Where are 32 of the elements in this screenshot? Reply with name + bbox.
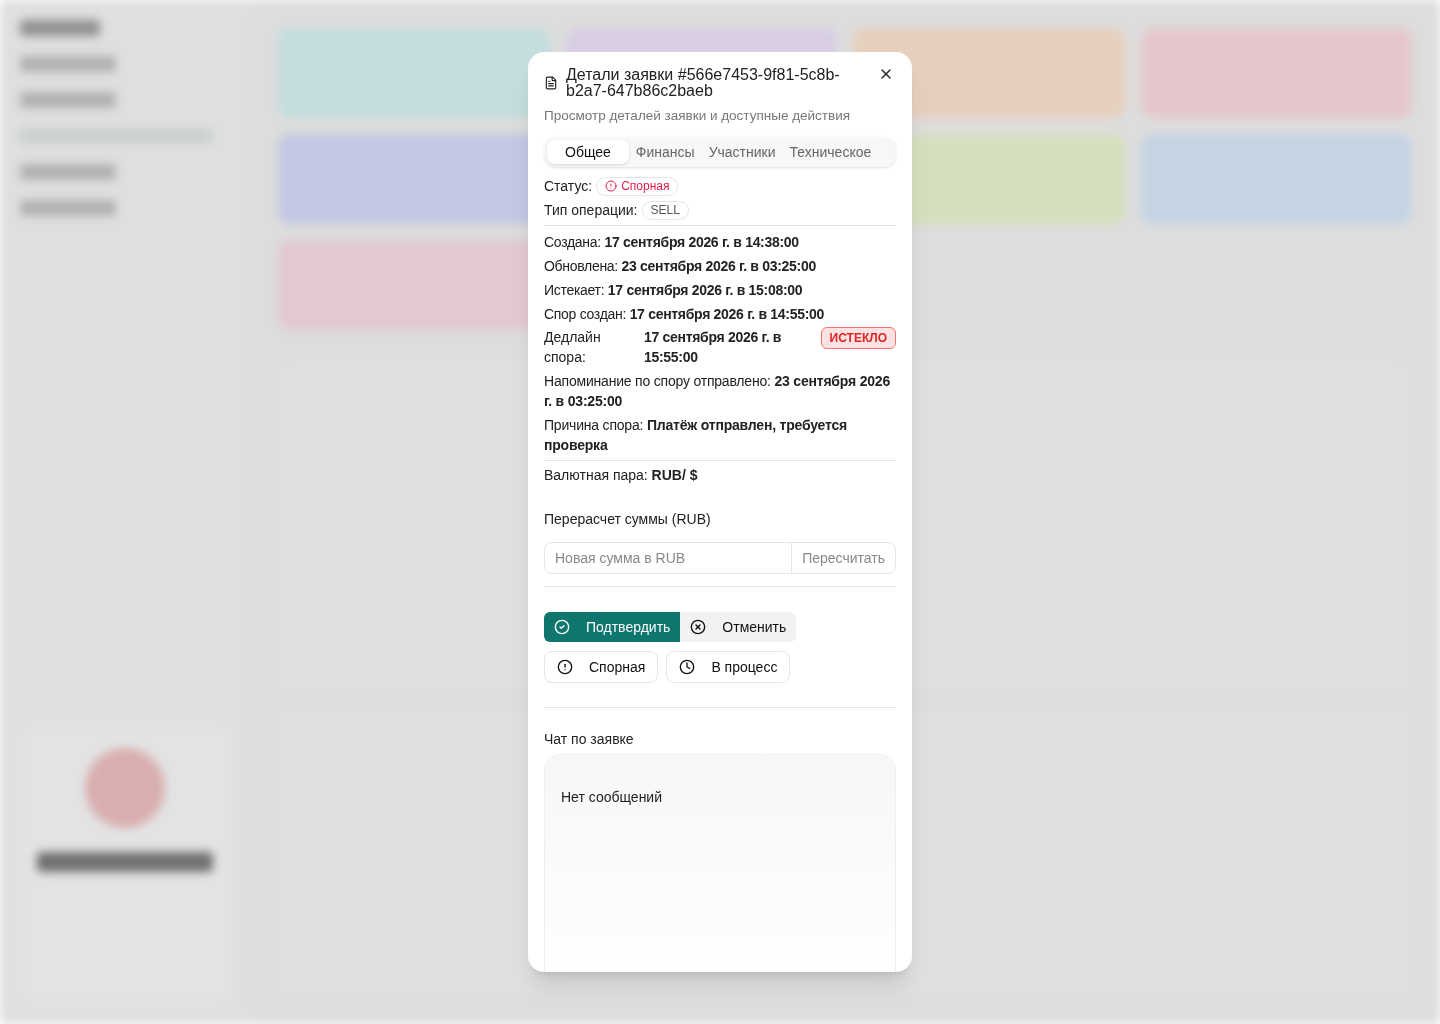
check-circle-icon: [554, 619, 570, 636]
x-circle-icon: [690, 619, 707, 636]
alert-circle-icon: [557, 659, 573, 676]
detail-text: Обновлена: 23 сентября 2026 г. в 03:25:00: [544, 257, 817, 277]
detail-text: Создана: 17 сентября 2026 г. в 14:38:00: [544, 233, 800, 253]
document-icon: [544, 76, 558, 90]
recalculate-button[interactable]: Пересчитать: [791, 543, 895, 574]
field-label: Тип операции:: [544, 200, 638, 220]
empty-chat-message: Нет сообщений: [561, 788, 663, 808]
field-value: 17 сентября 2026 г. в 15:55:00: [644, 328, 783, 368]
tab[interactable]: Техническое: [782, 140, 879, 165]
tab[interactable]: Участники: [701, 140, 783, 165]
amount-field[interactable]: Новая сумма в RUB Пересчитать: [544, 542, 896, 575]
detail-text: Валютная пара: RUB/ $: [544, 466, 699, 486]
detail-text: Причина спора: Платёж отправлен, требуется проверка: [544, 416, 849, 456]
action-button[interactable]: В процесс: [666, 651, 791, 684]
tab[interactable]: Общее: [547, 140, 629, 165]
action-button[interactable]: Отменить: [680, 612, 797, 643]
dialog-title: Детали заявки #566e7453-9f81-5c8b-b2a7-647b86c2baeb: [566, 65, 841, 99]
detail-text: Напоминание по спору отправлено: 23 сентября 2026 г. в 03:25:00: [544, 372, 891, 412]
expired-badge: ИСТЕКЛО: [820, 327, 896, 350]
clock-icon: [679, 659, 696, 676]
dialog-subtitle: Просмотр деталей заявки и доступные действия: [544, 107, 852, 125]
action-button[interactable]: Подтвердить: [544, 612, 681, 643]
section-heading: Перерасчет суммы (RUB): [544, 510, 712, 530]
field-label: Статус:: [544, 176, 593, 196]
field-label: Дедлайн спора:: [544, 328, 602, 368]
section-heading: Чат по заявке: [544, 730, 635, 749]
tab[interactable]: Финансы: [628, 140, 702, 165]
detail-text: Спор создан: 17 сентября 2026 г. в 14:55:00: [544, 305, 825, 325]
action-button[interactable]: Спорная: [544, 651, 659, 684]
detail-text: Истекает: 17 сентября 2026 г. в 15:08:00: [544, 281, 804, 301]
